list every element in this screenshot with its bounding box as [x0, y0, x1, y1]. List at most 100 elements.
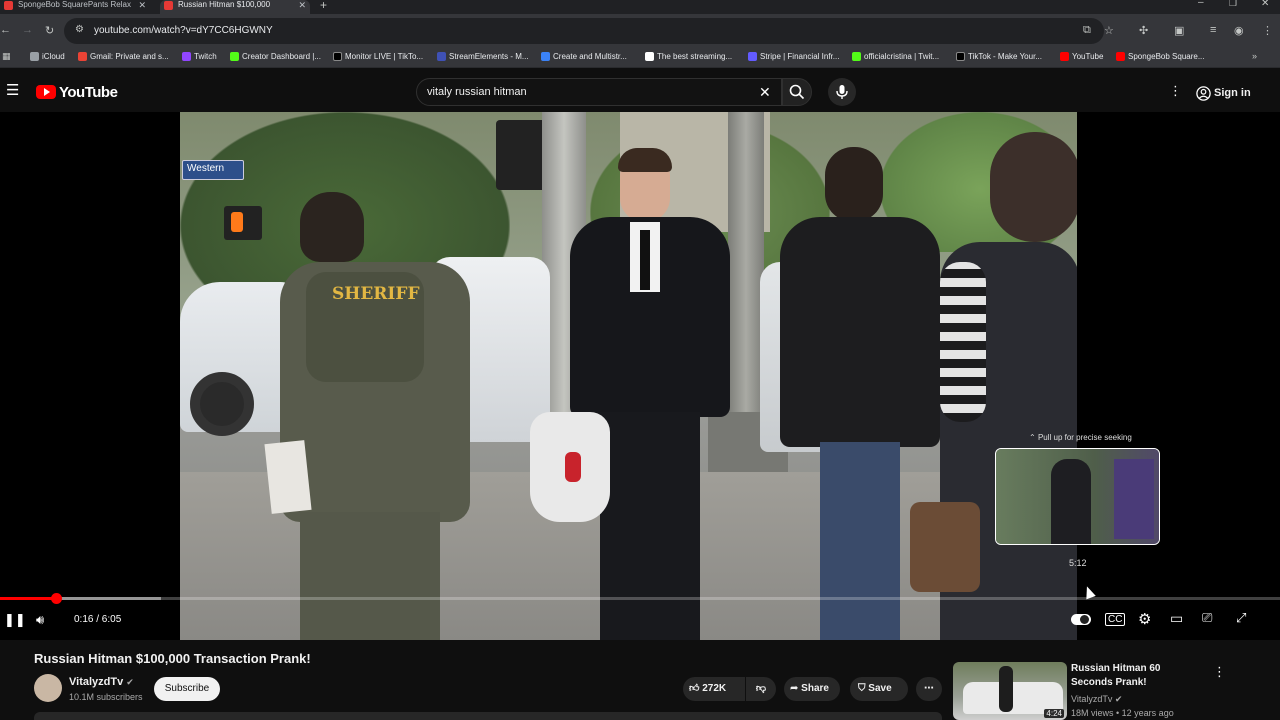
bookmark-item[interactable]: iCloud — [30, 52, 65, 61]
thumbs-up-icon: 👍︎ — [689, 683, 703, 694]
clear-search-icon[interactable]: ✕ — [759, 84, 771, 101]
site-info-icon[interactable]: ⚙ — [75, 24, 84, 35]
progress-bar[interactable] — [0, 597, 1280, 600]
sign-in-button[interactable]: Sign in — [1194, 82, 1251, 104]
settings-more-icon[interactable]: ⋮ — [1169, 83, 1182, 99]
more-horizontal-icon: ⋯ — [924, 683, 934, 694]
close-tab-icon[interactable]: ✕ — [298, 0, 306, 10]
account-icon — [1196, 86, 1211, 101]
search-icon — [789, 84, 805, 100]
cast-icon[interactable]: ⎚ — [1202, 610, 1212, 626]
browser-menu-icon[interactable]: ⋮ — [1262, 24, 1273, 37]
bookmark-label: Monitor LIVE | TikTo... — [345, 52, 424, 61]
bookmark-label: iCloud — [42, 52, 65, 61]
share-button[interactable]: ➦ Share — [784, 677, 840, 701]
video-player[interactable]: Western SHERIFF ⌃ Pull up for precise se… — [0, 112, 1280, 640]
bookmark-item[interactable]: Create and Multistr... — [541, 52, 627, 61]
bookmark-item[interactable]: SpongeBob Square... — [1116, 52, 1205, 61]
install-app-icon[interactable]: ⧉ — [1083, 24, 1091, 37]
fullscreen-icon[interactable]: ⤢ — [1236, 610, 1246, 626]
close-window-icon[interactable]: ✕ — [1261, 0, 1269, 9]
bookmark-label: Twitch — [194, 52, 217, 61]
recommended-title[interactable]: Russian Hitman 60 Seconds Prank! — [1071, 662, 1201, 690]
search-query[interactable]: vitaly russian hitman — [427, 86, 527, 98]
profile-icon[interactable]: ◉ — [1234, 24, 1244, 37]
bookmark-item[interactable]: Monitor LIVE | TikTo... — [333, 52, 423, 61]
address-bar[interactable]: ⚙ youtube.com/watch?v=dY7CC6HGWNY ⧉ ☆ — [64, 18, 1114, 44]
media-controls-icon[interactable]: ≡ — [1210, 24, 1216, 36]
bookmark-favicon-icon — [541, 52, 550, 61]
man-trousers — [600, 412, 700, 640]
officer-head — [300, 192, 364, 262]
bookmark-item[interactable]: Stripe | Financial Infr... — [748, 52, 839, 61]
bookmark-item[interactable]: Gmail: Private and s... — [78, 52, 169, 61]
bookmark-item[interactable]: The best streaming... — [645, 52, 732, 61]
pause-icon[interactable]: ❚❚ — [4, 612, 26, 628]
man-hair — [618, 148, 672, 172]
progress-scrubber-handle[interactable] — [51, 593, 63, 604]
volume-icon[interactable]: 🔊︎ — [36, 612, 44, 628]
youtube-logo-text[interactable]: YouTube — [59, 84, 118, 101]
cast-icon[interactable]: ▣ — [1174, 24, 1184, 37]
extensions-icon[interactable]: ✣ — [1139, 24, 1148, 37]
settings-gear-icon[interactable]: ⚙ — [1138, 610, 1151, 628]
url-text[interactable]: youtube.com/watch?v=dY7CC6HGWNY — [94, 25, 273, 36]
bookmark-star-icon[interactable]: ☆ — [1104, 24, 1114, 37]
dont-walk-light — [231, 212, 243, 232]
bookmark-favicon-icon — [852, 52, 861, 61]
description-box[interactable] — [34, 712, 942, 720]
menu-icon[interactable]: ☰ — [6, 81, 19, 99]
subscribe-button[interactable]: Subscribe — [154, 677, 220, 701]
search-button[interactable] — [782, 78, 812, 106]
close-tab-icon[interactable]: ✕ — [138, 0, 146, 10]
save-label: Save — [868, 683, 892, 694]
clipboard-shape — [264, 440, 312, 514]
like-button[interactable]: 👍︎ 272K — [683, 677, 745, 701]
bookmark-favicon-icon — [748, 52, 757, 61]
seek-hint: ⌃ Pull up for precise seeking — [1029, 433, 1132, 442]
new-tab-icon[interactable]: + — [320, 0, 327, 12]
bookmark-label: YouTube — [1072, 52, 1104, 61]
forward-icon[interactable]: → — [22, 24, 33, 36]
apps-grid-icon[interactable]: ▦ — [2, 51, 11, 62]
recommended-meta: 18M views • 12 years ago — [1071, 708, 1174, 718]
woman-hair — [990, 132, 1077, 242]
video-frame[interactable]: Western SHERIFF — [180, 112, 1077, 640]
bookmark-item[interactable]: TikTok - Make Your... — [956, 52, 1042, 61]
maximize-icon[interactable]: ❐ — [1229, 0, 1237, 9]
miniplayer-icon[interactable]: ▭ — [1170, 610, 1183, 627]
save-button[interactable]: ⛉ Save — [850, 677, 908, 701]
channel-avatar[interactable] — [34, 674, 62, 702]
bookmark-item[interactable]: Creator Dashboard |... — [230, 52, 321, 61]
back-icon[interactable]: ← — [0, 24, 11, 36]
bookmark-label: Creator Dashboard |... — [242, 52, 322, 61]
bookmark-item[interactable]: officialcristina | Twit... — [852, 52, 939, 61]
recommended-more-icon[interactable]: ⋮ — [1213, 664, 1226, 680]
voice-search-button[interactable] — [828, 78, 856, 106]
tab-title: SpongeBob SquarePants Relax — [18, 0, 131, 9]
bookmark-item[interactable]: YouTube — [1060, 52, 1103, 61]
preview-figure — [1051, 459, 1091, 544]
bookmark-favicon-icon — [230, 52, 239, 61]
more-actions-button[interactable]: ⋯ — [916, 677, 942, 701]
bookmark-favicon-icon — [1116, 52, 1125, 61]
youtube-logo-icon[interactable] — [36, 85, 56, 99]
time-display: 0:16 / 6:05 — [74, 614, 122, 625]
autoplay-toggle[interactable] — [1071, 614, 1091, 625]
minimize-icon[interactable]: – — [1198, 0, 1204, 8]
channel-name[interactable]: VitalyzdTv ✔ — [69, 676, 134, 688]
dislike-button[interactable]: 👎︎ — [746, 677, 776, 701]
recommended-thumbnail[interactable]: 4:24 — [953, 662, 1067, 720]
bookmark-item[interactable]: Twitch — [182, 52, 217, 61]
lamp-post — [728, 112, 764, 442]
progress-played — [0, 597, 57, 600]
bookmark-item[interactable]: StreamElements - M... — [437, 52, 529, 61]
reload-icon[interactable]: ↻ — [45, 24, 54, 37]
recommended-channel[interactable]: VitalyzdTv ✔ — [1071, 694, 1122, 705]
search-input[interactable]: vitaly russian hitman ✕ — [416, 78, 782, 106]
more-bookmarks-icon[interactable]: » — [1252, 51, 1257, 61]
captions-icon[interactable]: CC — [1105, 613, 1126, 626]
bookmark-icon: ⛉ — [858, 683, 869, 694]
browser-tab[interactable]: SpongeBob SquarePants Relax ✕ — [0, 0, 150, 14]
browser-tab-active[interactable]: Russian Hitman $100,000 ✕ — [160, 0, 310, 14]
